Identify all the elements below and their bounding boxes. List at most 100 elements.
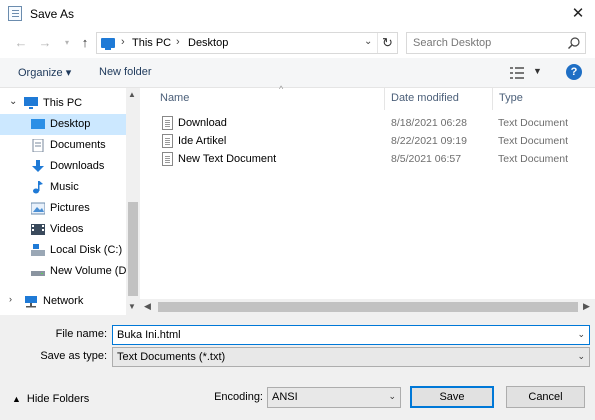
sidebar-item-label: Documents <box>50 139 106 151</box>
sidebar-item-documents[interactable]: Documents <box>0 135 126 156</box>
collapse-up-icon: ▲ <box>12 394 21 404</box>
text-file-icon <box>162 134 173 148</box>
drive-icon <box>31 271 45 276</box>
up-arrow-icon[interactable]: ↑ <box>76 34 94 52</box>
sidebar-item-label: Local Disk (C:) <box>50 244 123 256</box>
window-title: Save As <box>30 7 75 21</box>
scroll-down-icon[interactable]: ▼ <box>128 302 136 311</box>
scroll-right-icon[interactable]: ▶ <box>583 301 590 312</box>
sidebar-item-videos[interactable]: Videos <box>0 219 126 240</box>
breadcrumb-this-pc[interactable]: This PC <box>132 37 171 49</box>
table-row[interactable]: New Text Document 8/5/2021 06:57 Text Do… <box>140 150 595 169</box>
sidebar-item-this-pc[interactable]: ⌄ This PC <box>0 93 126 114</box>
sidebar-item-local-disk[interactable]: Local Disk (C:) <box>0 240 126 261</box>
navigation-pane: ⌄ This PC Desktop Documents Downloads Mu… <box>0 88 140 315</box>
file-name: Ide Artikel <box>178 135 227 147</box>
breadcrumb-separator-icon: › <box>176 36 180 48</box>
close-button[interactable]: ✕ <box>566 3 590 25</box>
address-dropdown-icon[interactable]: ⌄ <box>364 36 372 47</box>
chevron-down-icon[interactable]: ⌄ <box>577 351 585 362</box>
save-as-type-value: Text Documents (*.txt) <box>117 351 226 363</box>
sort-ascending-icon: ^ <box>279 84 284 94</box>
expand-chevron-icon[interactable]: ⌄ <box>9 96 17 107</box>
file-list: Name ^ Date modified Type Download 8/18/… <box>140 84 595 315</box>
file-list-scrollbar[interactable]: ◀ ▶ <box>140 299 595 315</box>
command-bar: Organize ▾ New folder ▼ ? <box>0 58 595 88</box>
save-button[interactable]: Save <box>410 386 494 408</box>
scroll-left-icon[interactable]: ◀ <box>144 301 151 312</box>
save-as-type-label: Save as type: <box>40 350 107 362</box>
breadcrumb-separator-icon: › <box>121 36 125 48</box>
table-row[interactable]: Ide Artikel 8/22/2021 09:19 Text Documen… <box>140 132 595 151</box>
file-name: New Text Document <box>178 153 277 165</box>
encoding-label: Encoding: <box>214 391 263 403</box>
desktop-icon <box>31 119 45 129</box>
navigation-bar: ← → ▾ ↑ › This PC › Desktop ⌄ ↻ Search D… <box>0 28 595 58</box>
sidebar-item-label: Music <box>50 181 79 193</box>
file-name: Download <box>178 117 227 129</box>
sidebar-item-downloads[interactable]: Downloads <box>0 156 126 177</box>
expand-chevron-icon[interactable]: › <box>9 294 12 304</box>
sidebar-item-label: New Volume (D: <box>50 265 130 277</box>
column-header-label: Type <box>499 92 523 104</box>
sidebar-item-pictures[interactable]: Pictures <box>0 198 126 219</box>
local-disk-icon <box>31 244 45 256</box>
organize-button[interactable]: Organize ▾ <box>18 66 71 79</box>
new-folder-button[interactable]: New folder <box>99 66 152 78</box>
sidebar-item-label: Downloads <box>50 160 105 172</box>
cancel-button[interactable]: Cancel <box>506 386 585 408</box>
scrollbar-thumb[interactable] <box>158 302 578 312</box>
column-header-name[interactable]: Name ^ <box>154 84 385 110</box>
text-file-icon <box>162 116 173 130</box>
hide-folders-button[interactable]: ▲ Hide Folders <box>12 393 89 405</box>
sidebar-item-desktop[interactable]: Desktop <box>0 114 126 135</box>
computer-icon <box>24 97 38 109</box>
file-date: 8/5/2021 06:57 <box>391 153 462 165</box>
save-as-type-select[interactable]: Text Documents (*.txt) ⌄ <box>112 347 590 367</box>
notepad-icon <box>8 6 22 21</box>
text-file-icon <box>162 152 173 166</box>
sidebar-item-label: This PC <box>43 97 83 109</box>
search-box[interactable]: Search Desktop <box>406 32 586 54</box>
table-row[interactable]: Download 8/18/2021 06:28 Text Document <box>140 114 595 133</box>
recent-locations-chevron-icon[interactable]: ▾ <box>58 34 76 52</box>
chevron-down-icon[interactable]: ⌄ <box>388 391 396 402</box>
breadcrumb-desktop[interactable]: Desktop <box>188 37 228 49</box>
sidebar-item-label: Desktop <box>50 118 91 130</box>
sidebar-item-music[interactable]: Music <box>0 177 126 198</box>
view-options-icon[interactable] <box>510 67 524 79</box>
save-form: File name: Buka Ini.html ⌄ Save as type:… <box>0 315 595 420</box>
forward-arrow-icon[interactable]: → <box>36 34 54 52</box>
column-header-label: Date modified <box>391 92 459 104</box>
refresh-icon[interactable]: ↻ <box>377 33 397 53</box>
title-bar: Save As ✕ <box>0 0 595 28</box>
help-icon[interactable]: ? <box>566 64 582 80</box>
encoding-select[interactable]: ANSI ⌄ <box>267 387 401 408</box>
sidebar-item-label: Network <box>43 295 84 307</box>
file-date: 8/22/2021 09:19 <box>391 135 467 147</box>
address-bar[interactable]: › This PC › Desktop ⌄ ↻ <box>96 32 398 54</box>
scroll-up-icon[interactable]: ▲ <box>128 90 136 99</box>
file-date: 8/18/2021 06:28 <box>391 117 467 129</box>
back-arrow-icon[interactable]: ← <box>12 34 30 52</box>
file-name-field[interactable]: Buka Ini.html ⌄ <box>112 325 590 345</box>
sidebar-item-new-volume[interactable]: New Volume (D: <box>0 261 130 282</box>
downloads-icon <box>32 160 44 172</box>
computer-icon <box>101 38 115 50</box>
file-type: Text Document <box>498 117 569 129</box>
file-type: Text Document <box>498 153 569 165</box>
network-icon <box>25 296 37 308</box>
scrollbar-thumb[interactable] <box>128 202 138 296</box>
column-header-type[interactable]: Type <box>493 88 595 110</box>
sidebar-item-network[interactable]: › Network <box>0 291 126 312</box>
sidebar-item-label: Pictures <box>50 202 90 214</box>
chevron-down-icon[interactable]: ⌄ <box>577 329 585 340</box>
view-dropdown-icon[interactable]: ▼ <box>533 66 542 76</box>
search-icon[interactable] <box>567 36 581 50</box>
sidebar-item-label: Videos <box>50 223 84 235</box>
column-header-date-modified[interactable]: Date modified <box>385 88 493 110</box>
videos-icon <box>31 224 45 235</box>
pictures-icon <box>31 202 45 215</box>
sidebar-scrollbar[interactable]: ▲ ▼ <box>126 88 140 315</box>
file-type: Text Document <box>498 135 569 147</box>
